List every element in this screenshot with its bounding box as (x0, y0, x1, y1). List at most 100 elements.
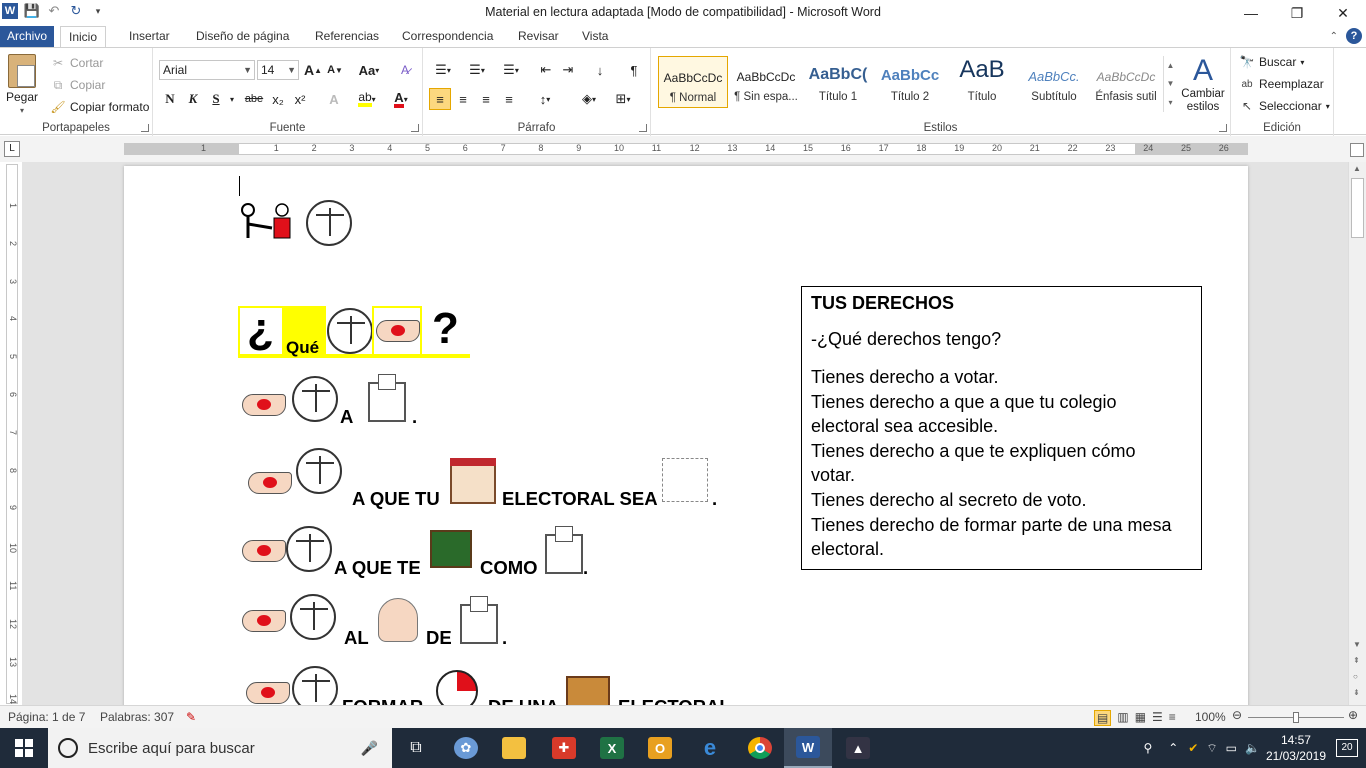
close-button[interactable]: ✕ (1320, 0, 1366, 26)
zoom-out-icon[interactable]: ⊖ (1232, 708, 1242, 722)
font-color-button[interactable]: A ▾ (387, 88, 415, 110)
task-view-button[interactable]: ⧉ (392, 728, 440, 768)
scroll-down-icon[interactable]: ▼ (1353, 640, 1361, 649)
taskbar-app-chrome[interactable] (736, 728, 784, 768)
draft-icon[interactable]: ≡ (1169, 710, 1176, 726)
network-icon[interactable]: ⌔ (1206, 741, 1217, 756)
tab-correspondencia[interactable]: Correspondencia (394, 26, 501, 48)
proofing-icon[interactable]: ✎ (186, 710, 196, 724)
full-screen-reading-icon[interactable]: ▥ (1117, 710, 1128, 726)
show-marks-button[interactable]: ¶ (623, 59, 645, 81)
shading-button[interactable]: ◈ ▾ (575, 88, 603, 110)
word-count[interactable]: Palabras: 307 (100, 710, 174, 724)
taskbar-search-box[interactable]: Escribe aquí para buscar 🎤 (48, 728, 392, 768)
bold-button[interactable]: N (159, 88, 181, 110)
select-button[interactable]: ↖ Seleccionar ▾ (1239, 98, 1330, 114)
align-right-button[interactable]: ≡ (475, 88, 497, 110)
taskbar-app-outlook[interactable]: O (636, 728, 684, 768)
numbering-button[interactable]: ☰ ▾ (463, 59, 491, 81)
multilevel-list-button[interactable]: ☰ ▾ (497, 59, 525, 81)
strikethrough-button[interactable]: abe (241, 88, 267, 110)
style-titulo-1[interactable]: AaBbC( Título 1 (803, 56, 873, 108)
vertical-scrollbar[interactable]: ▲ ▼ ⇞ ○ ⇟ (1348, 162, 1366, 705)
people-icon[interactable]: ⚲ (1143, 741, 1152, 755)
change-case-button[interactable]: Aa ▾ (355, 59, 383, 81)
clear-format-button[interactable]: A̷ (394, 59, 416, 81)
style-normal[interactable]: AaBbCcDc ¶ Normal (658, 56, 728, 108)
font-launcher-icon[interactable] (411, 124, 419, 132)
taskbar-app-explorer[interactable] (490, 728, 538, 768)
start-button[interactable] (0, 728, 48, 768)
paragraph-launcher-icon[interactable] (639, 124, 647, 132)
underline-button[interactable]: S (205, 88, 227, 110)
restore-button[interactable]: ❐ (1274, 0, 1320, 26)
tab-selector-icon[interactable]: L (4, 141, 20, 157)
chevron-up-icon[interactable]: ▲ (1167, 61, 1175, 70)
scroll-up-icon[interactable]: ▲ (1353, 164, 1361, 173)
bullets-button[interactable]: ☰ ▾ (429, 59, 457, 81)
paste-button[interactable]: Pegar ▾ (6, 54, 38, 115)
taskbar-app-paint[interactable]: ✿ (442, 728, 490, 768)
line-spacing-button[interactable]: ↕ ▾ (531, 88, 559, 110)
page-count[interactable]: Página: 1 de 7 (8, 710, 85, 724)
borders-button[interactable]: ⊞ ▾ (609, 88, 637, 110)
highlight-button[interactable]: ab ▾ (353, 88, 381, 110)
tab-diseno-pagina[interactable]: Diseño de página (188, 26, 297, 48)
increase-indent-button[interactable]: ⇥ (557, 59, 579, 81)
find-button[interactable]: 🔭 Buscar ▾ (1239, 54, 1305, 70)
align-center-button[interactable]: ≡ (452, 88, 474, 110)
style-titulo[interactable]: AaB Título (947, 56, 1017, 108)
tab-insertar[interactable]: Insertar (121, 26, 178, 48)
tab-vista[interactable]: Vista (574, 26, 616, 48)
scroll-thumb[interactable] (1351, 178, 1364, 238)
browse-object-icon[interactable]: ○ (1353, 672, 1358, 681)
sort-button[interactable]: ↓ (589, 59, 611, 81)
power-icon[interactable]: ▭ (1226, 741, 1237, 755)
tab-referencias[interactable]: Referencias (307, 26, 387, 48)
italic-button[interactable]: K (182, 88, 204, 110)
zoom-level[interactable]: 100% (1195, 710, 1226, 724)
vertical-ruler[interactable]: 1 2 3 4 5 6 7 8 9 10 11 12 13 14 (6, 164, 18, 704)
cut-button[interactable]: ✂ Cortar (50, 55, 103, 71)
underline-dropdown-icon[interactable]: ▾ (227, 88, 237, 110)
align-left-button[interactable]: ≡ (429, 88, 451, 110)
print-layout-icon[interactable]: ▤ (1094, 710, 1112, 726)
taskbar-app-ie[interactable]: e (686, 728, 734, 768)
taskbar-app-excel[interactable]: X (588, 728, 636, 768)
microphone-icon[interactable]: 🎤 (361, 740, 378, 757)
grow-font-button[interactable]: A ▲ (302, 59, 324, 81)
web-layout-icon[interactable]: ▦ (1135, 710, 1146, 726)
decrease-indent-button[interactable]: ⇤ (535, 59, 557, 81)
tab-revisar[interactable]: Revisar (510, 26, 567, 48)
styles-launcher-icon[interactable] (1219, 124, 1227, 132)
styles-gallery-scroll[interactable]: ▲ ▼ ▾ (1163, 56, 1177, 112)
view-ruler-icon[interactable] (1350, 143, 1364, 157)
clipboard-launcher-icon[interactable] (141, 124, 149, 132)
copy-button[interactable]: ⧉ Copiar (50, 77, 106, 93)
font-family-combo[interactable]: Arial ▼ (159, 60, 255, 80)
text-effects-button[interactable]: A (323, 88, 345, 110)
style-subtitulo[interactable]: AaBbCc. Subtítulo (1019, 56, 1089, 108)
tab-archivo[interactable]: Archivo (0, 26, 54, 48)
zoom-slider-thumb[interactable] (1293, 712, 1299, 723)
font-size-combo[interactable]: 14 ▼ (257, 60, 299, 80)
outline-icon[interactable]: ☰ (1152, 710, 1163, 726)
taskbar-app-photos[interactable]: ▲ (834, 728, 882, 768)
subscript-button[interactable]: x₂ (267, 88, 289, 110)
replace-button[interactable]: ab Reemplazar (1239, 76, 1323, 92)
superscript-button[interactable]: x² (289, 88, 311, 110)
next-page-icon[interactable]: ⇟ (1353, 688, 1360, 697)
help-icon[interactable]: ? (1346, 28, 1362, 44)
clock[interactable]: 14:57 21/03/2019 (1266, 732, 1326, 764)
chevron-down-icon[interactable]: ▼ (1167, 79, 1175, 88)
rights-text-box[interactable]: TUS DERECHOS -¿Qué derechos tengo? Tiene… (801, 286, 1202, 570)
shrink-font-button[interactable]: A ▼ (324, 59, 346, 81)
change-styles-button[interactable]: A Cambiar estilos (1181, 54, 1225, 114)
previous-page-icon[interactable]: ⇞ (1353, 656, 1360, 665)
style-titulo-2[interactable]: AaBbCc Título 2 (875, 56, 945, 108)
taskbar-app-gift[interactable]: ✚ (540, 728, 588, 768)
style-enfasis-sutil[interactable]: AaBbCcDc Énfasis sutil (1091, 56, 1161, 108)
zoom-in-icon[interactable]: ⊕ (1348, 708, 1358, 722)
minimize-ribbon-icon[interactable]: ⌃ (1330, 31, 1338, 42)
notification-center[interactable]: 20 (1336, 739, 1358, 757)
